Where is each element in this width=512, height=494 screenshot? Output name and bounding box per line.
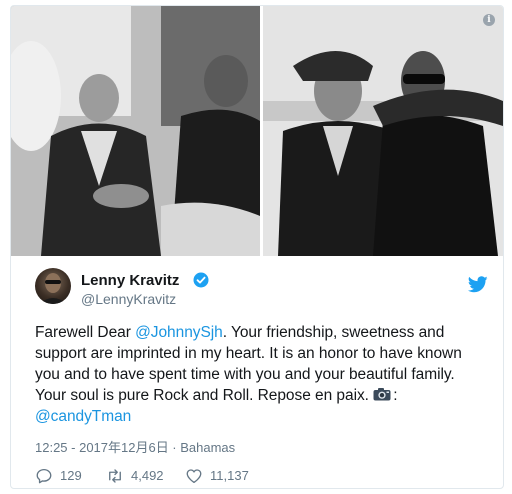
tweet-text-line-1: Farewell Dear @JohnnySjh. Your friendshi… <box>35 322 485 343</box>
text-segment: Your soul is pure Rock and Roll. Repose … <box>35 387 369 404</box>
twitter-bird-icon[interactable] <box>468 276 488 293</box>
verified-badge-icon <box>193 272 209 288</box>
mention-link-candytman[interactable]: @candyTman <box>35 408 131 425</box>
tweet-card[interactable]: i Lenny Kravitz @LennyKravitz Farewell D… <box>10 5 504 489</box>
photo-right[interactable] <box>263 6 503 256</box>
tweet-text-line-5: @candyTman <box>35 406 485 427</box>
display-name[interactable]: Lenny Kravitz <box>81 272 179 289</box>
retweet-button[interactable]: 4,492 <box>106 466 196 486</box>
retweet-icon <box>109 469 121 483</box>
reply-count: 129 <box>60 468 82 483</box>
retweet-count: 4,492 <box>131 468 164 483</box>
reply-button[interactable]: 129 <box>35 466 95 486</box>
mention-link-johnnysjh[interactable]: @JohnnySjh <box>135 324 223 341</box>
media-info-icon[interactable]: i <box>483 14 495 26</box>
text-segment: : <box>393 387 398 404</box>
tweet-media[interactable]: i <box>11 6 503 256</box>
tweet-actions: 129 4,492 11,137 <box>35 466 335 486</box>
tweet-text-line-4: Your soul is pure Rock and Roll. Repose … <box>35 385 485 406</box>
tweet-text: Farewell Dear @JohnnySjh. Your friendshi… <box>35 322 485 427</box>
reply-icon <box>36 468 52 484</box>
handle[interactable]: @LennyKravitz <box>81 291 176 307</box>
heart-icon <box>186 469 202 484</box>
tweet-text-line-2: support are imprinted in my heart. It is… <box>35 345 462 362</box>
tweet-text-line-3: you and to have spent time with you and … <box>35 366 455 383</box>
tweet-header: Lenny Kravitz @LennyKravitz <box>11 268 503 316</box>
text-segment: Farewell Dear <box>35 324 136 341</box>
tweet-timestamp-location[interactable]: 12:25 - 2017年12月6日 · Bahamas <box>35 437 235 456</box>
avatar[interactable] <box>35 268 71 304</box>
photo-left[interactable] <box>11 6 260 256</box>
camera-emoji-icon <box>373 388 391 401</box>
like-button[interactable]: 11,137 <box>185 466 275 486</box>
text-segment: . Your friendship, sweetness and <box>222 324 445 341</box>
like-count: 11,137 <box>210 468 249 483</box>
